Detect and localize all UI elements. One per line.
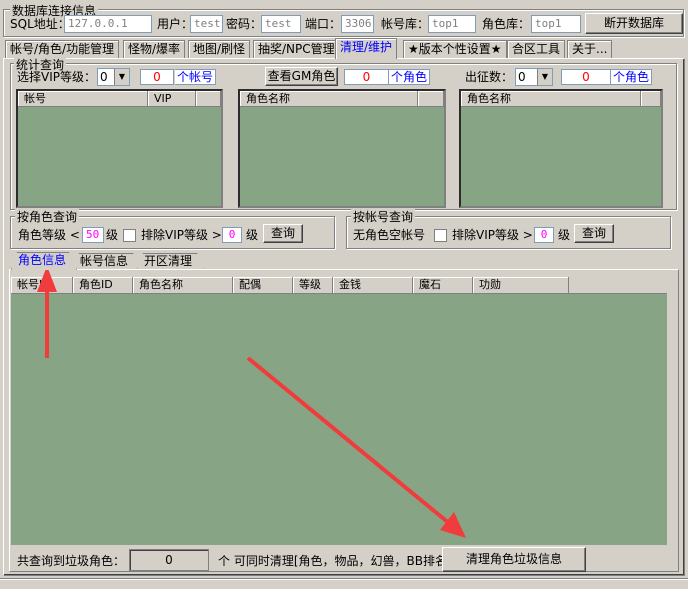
cleanup-note: 个 可同时清理[角色，物品，幻兽，BB排名] — [218, 554, 452, 568]
column-header-spouse[interactable]: 配偶 — [233, 277, 293, 294]
role-level-label: 角色等级 < — [18, 228, 80, 242]
subtab-server-clean[interactable]: 开区清理 — [137, 253, 205, 270]
column-header-account[interactable]: 帐号 — [18, 91, 148, 107]
expedition-count: 0 — [561, 69, 611, 85]
role-grid[interactable]: 帐号ID 角色ID 角色名称 配偶 等级 金钱 魔石 功勋 — [11, 277, 667, 545]
exclude-vip-input[interactable]: 0 — [222, 227, 242, 243]
query-by-account-title: 按帐号查询 — [351, 209, 416, 225]
exclude-vip-account-input[interactable]: 0 — [534, 227, 554, 243]
column-header-role-name[interactable]: 角色名称 — [461, 91, 641, 107]
vip-level-label: 选择VIP等级： — [17, 70, 96, 84]
account-db-input[interactable]: top1 — [428, 15, 476, 33]
role-db-label: 角色库： — [482, 17, 531, 31]
expedition-value: 0 — [518, 70, 526, 84]
tab-clean-maintain[interactable]: 清理/维护 — [335, 38, 398, 59]
gm-role-unit: 个角色 — [389, 69, 431, 85]
column-header-role-name[interactable]: 角色名称 — [133, 277, 233, 294]
exclude-vip-account-label: 排除VIP等级 > — [452, 228, 533, 242]
subtab-role-info[interactable]: 角色信息 — [11, 252, 77, 270]
column-header-filler — [569, 277, 667, 294]
subtab-account-info[interactable]: 帐号信息 — [73, 253, 141, 270]
password-input[interactable]: test — [261, 15, 301, 33]
total-garbage-value: 0 — [129, 549, 209, 571]
view-gm-roles-button[interactable]: 查看GM角色 — [265, 67, 338, 86]
column-header-merit[interactable]: 功勋 — [473, 277, 569, 294]
gm-role-list[interactable]: 角色名称 — [238, 89, 446, 208]
column-header-money[interactable]: 金钱 — [333, 277, 413, 294]
vip-level-value: 0 — [100, 70, 108, 84]
vip-account-count: 0 — [140, 69, 174, 85]
role-level-unit: 级 — [106, 228, 119, 242]
tab-monster-drop[interactable]: 怪物/爆率 — [123, 40, 186, 58]
vip-account-list[interactable]: 帐号 VIP — [16, 89, 223, 208]
query-role-button[interactable]: 查询 — [263, 224, 303, 243]
column-header-vip[interactable]: VIP — [148, 91, 196, 107]
vip-level-select[interactable]: 0 ▼ — [97, 68, 130, 86]
expedition-role-list[interactable]: 角色名称 — [459, 89, 663, 208]
port-label: 端口： — [305, 17, 342, 31]
column-header-filler — [196, 91, 221, 107]
tab-version-settings[interactable]: ★版本个性设置★ — [403, 40, 507, 58]
total-garbage-label: 共查询到垃圾角色： — [17, 554, 126, 568]
chevron-down-icon[interactable]: ▼ — [114, 69, 129, 85]
column-header-level[interactable]: 等级 — [293, 277, 333, 294]
gm-role-count: 0 — [344, 69, 389, 85]
role-level-input[interactable]: 50 — [82, 227, 104, 243]
query-account-button[interactable]: 查询 — [574, 224, 614, 243]
password-label: 密码： — [226, 17, 263, 31]
exclude-vip-label: 排除VIP等级 > — [141, 228, 222, 242]
expedition-label: 出征数： — [465, 70, 514, 84]
tab-about[interactable]: 关于... — [567, 40, 613, 58]
column-header-role-id[interactable]: 角色ID — [73, 277, 133, 294]
empty-account-label: 无角色空帐号 — [353, 228, 426, 242]
tab-map-spawn[interactable]: 地图/刷怪 — [188, 40, 251, 58]
clean-garbage-button[interactable]: 清理角色垃圾信息 — [442, 547, 586, 572]
port-input[interactable]: 3306 — [341, 15, 374, 33]
sql-address-label: SQL地址： — [10, 17, 70, 31]
exclude-vip-checkbox[interactable] — [123, 229, 136, 242]
exclude-vip-account-unit: 级 — [558, 228, 571, 242]
disconnect-db-button[interactable]: 断开数据库 — [585, 13, 683, 34]
exclude-vip-account-checkbox[interactable] — [434, 229, 447, 242]
user-label: 用户： — [157, 17, 194, 31]
chevron-down-icon[interactable]: ▼ — [537, 69, 552, 85]
tab-lottery-npc[interactable]: 抽奖/NPC管理 — [253, 40, 340, 58]
tab-account-role[interactable]: 帐号/角色/功能管理 — [5, 40, 120, 58]
vip-account-unit: 个帐号 — [175, 69, 217, 85]
sql-address-input[interactable]: 127.0.0.1 — [64, 15, 152, 33]
tab-merge-tool[interactable]: 合区工具 — [507, 40, 566, 58]
column-header-filler — [418, 91, 444, 107]
query-by-role-title: 按角色查询 — [15, 209, 80, 225]
expedition-unit: 个角色 — [611, 69, 653, 85]
column-header-role-name[interactable]: 角色名称 — [240, 91, 418, 107]
user-input[interactable]: test — [190, 15, 223, 33]
column-header-account-id[interactable]: 帐号ID — [11, 277, 73, 294]
expedition-select[interactable]: 0 ▼ — [515, 68, 553, 86]
column-header-magic-stone[interactable]: 魔石 — [413, 277, 473, 294]
column-header-filler — [641, 91, 661, 107]
role-db-input[interactable]: top1 — [531, 15, 581, 33]
account-db-label: 帐号库： — [381, 17, 430, 31]
status-bar — [0, 578, 688, 589]
exclude-vip-unit: 级 — [246, 228, 259, 242]
